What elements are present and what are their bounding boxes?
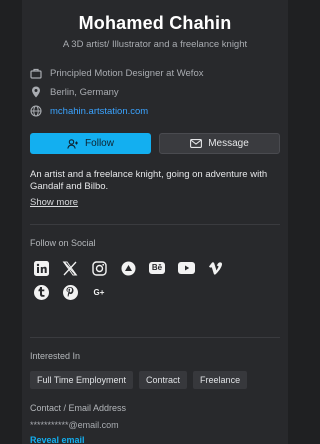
vimeo-icon[interactable]: [204, 259, 226, 277]
google-plus-icon[interactable]: G+: [88, 283, 110, 301]
location-text: Berlin, Germany: [50, 86, 119, 98]
profile-info: Principled Motion Designer at Wefox Berl…: [30, 65, 280, 119]
job-row: Principled Motion Designer at Wefox: [30, 65, 280, 81]
profile-card: Mohamed Chahin A 3D artist/ Illustrator …: [22, 0, 288, 444]
interest-tag[interactable]: Full Time Employment: [30, 371, 134, 389]
x-icon[interactable]: [59, 259, 81, 277]
message-button[interactable]: Message: [159, 133, 280, 154]
google-plus-text: G+: [93, 287, 105, 297]
interest-tags: Full Time Employment Contract Freelance: [30, 371, 280, 389]
briefcase-icon: [30, 67, 42, 79]
follow-button[interactable]: Follow: [30, 133, 151, 154]
behance-icon[interactable]: Bē: [146, 259, 168, 277]
divider: [30, 224, 280, 225]
follow-label: Follow: [85, 138, 114, 149]
behance-text: Bē: [148, 262, 166, 274]
interests-section-title: Interested In: [30, 351, 81, 361]
location-pin-icon: [30, 86, 42, 98]
pinterest-icon[interactable]: [59, 283, 81, 301]
interest-tag[interactable]: Contract: [139, 371, 188, 389]
artstation-icon[interactable]: [117, 259, 139, 277]
reveal-email-link[interactable]: Reveal email: [30, 435, 280, 444]
message-label: Message: [208, 138, 249, 149]
add-user-icon: [67, 138, 79, 149]
social-section-title: Follow on Social: [30, 238, 96, 248]
tumblr-badge: [33, 284, 49, 300]
masked-email: ***********@email.com: [30, 420, 119, 430]
location-row: Berlin, Germany: [30, 84, 280, 100]
show-more-link[interactable]: Show more: [30, 197, 78, 208]
globe-icon: [30, 105, 42, 117]
envelope-icon: [190, 139, 203, 148]
interest-tag[interactable]: Freelance: [193, 371, 248, 389]
profile-actions: Follow Message: [30, 133, 280, 154]
linkedin-icon[interactable]: [30, 259, 52, 277]
tumblr-icon[interactable]: [30, 283, 52, 301]
website-row[interactable]: mchahin.artstation.com: [30, 103, 280, 119]
job-text: Principled Motion Designer at Wefox: [50, 67, 204, 79]
pinterest-badge: [62, 284, 78, 300]
social-links: Bē G+: [30, 259, 245, 301]
youtube-icon[interactable]: [175, 259, 197, 277]
divider: [30, 337, 280, 338]
profile-tagline: A 3D artist/ Illustrator and a freelance…: [62, 39, 248, 50]
profile-name: Mohamed Chahin: [78, 13, 232, 33]
instagram-icon[interactable]: [88, 259, 110, 277]
website-link[interactable]: mchahin.artstation.com: [50, 106, 148, 117]
bio-text: An artist and a freelance knight, going …: [30, 169, 268, 192]
contact-section-title: Contact / Email Address: [30, 403, 127, 413]
